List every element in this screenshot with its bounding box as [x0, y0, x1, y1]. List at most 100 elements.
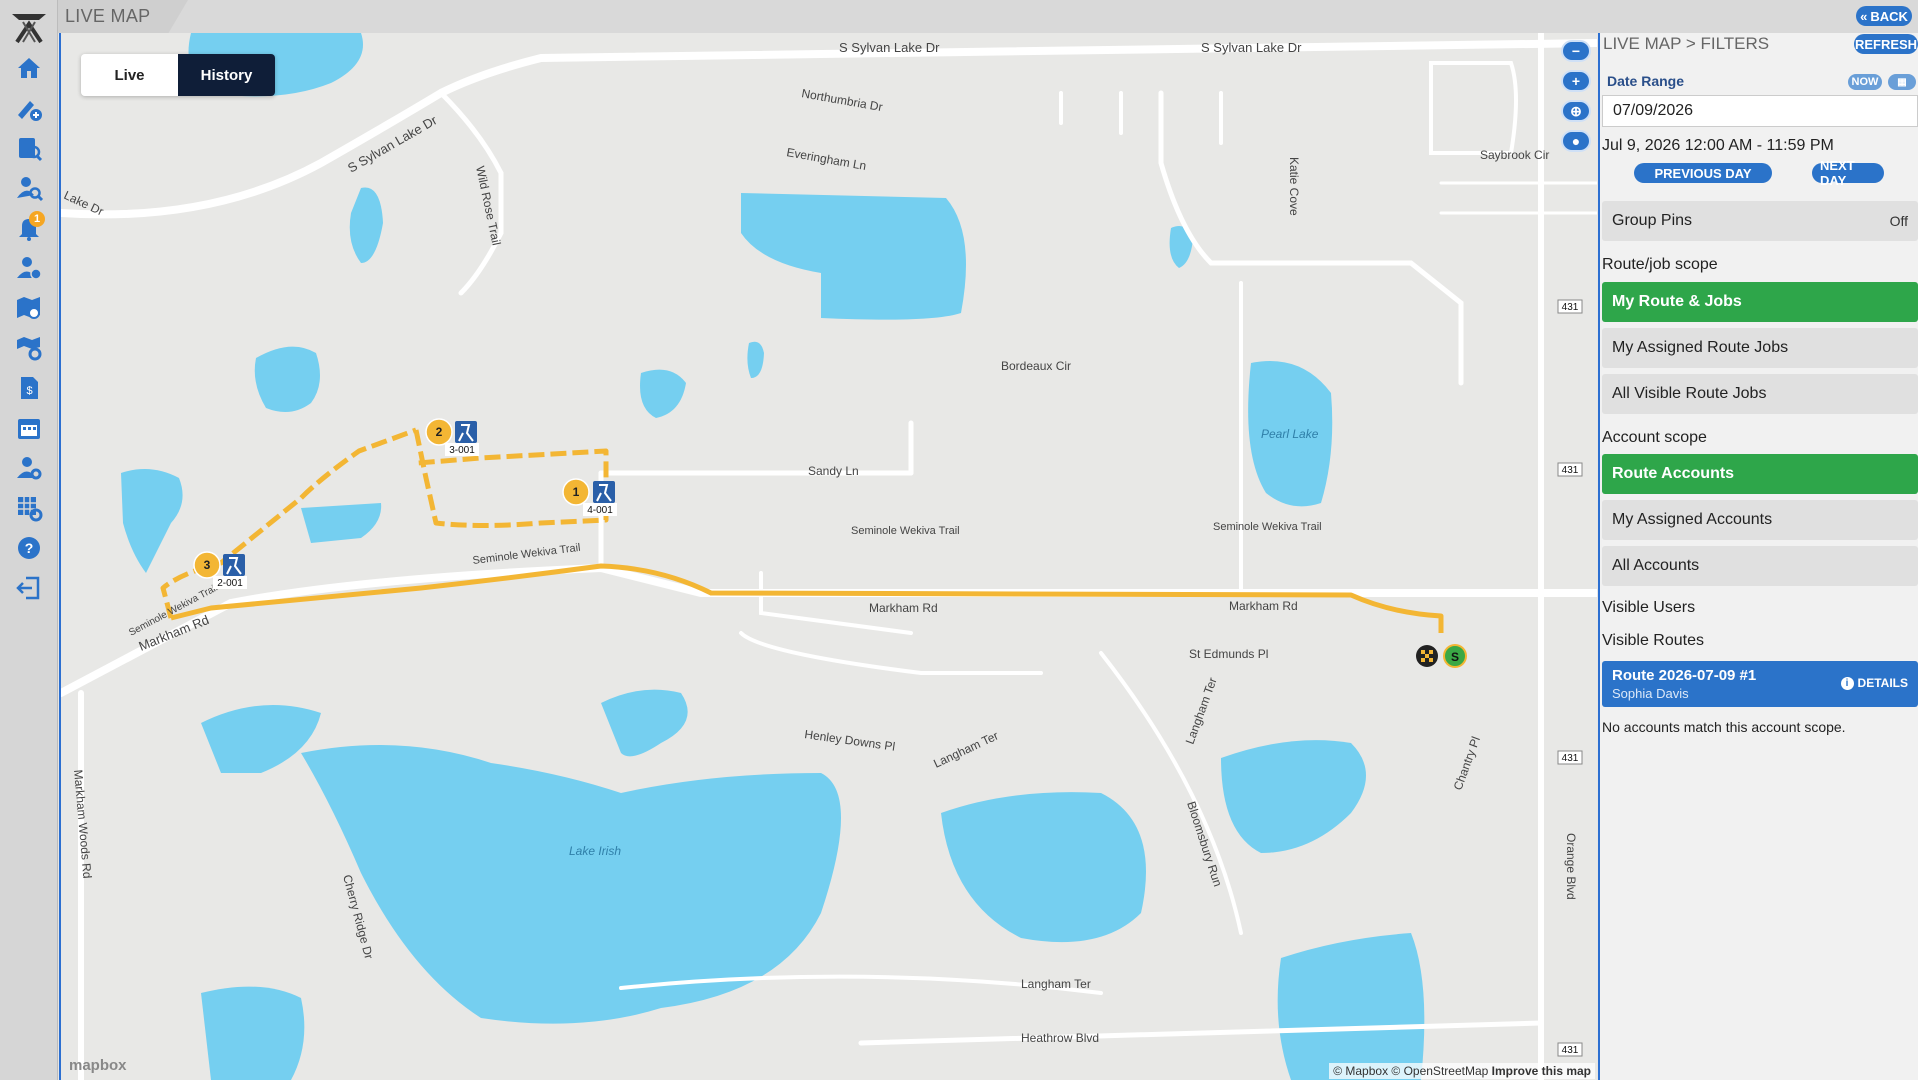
- details-label: DETAILS: [1857, 676, 1908, 690]
- start-marker[interactable]: S: [1443, 644, 1467, 668]
- street-label: Seminole Wekiva Trail: [472, 542, 581, 567]
- svg-text:431: 431: [1562, 302, 1579, 313]
- clipboard-search-icon[interactable]: [9, 130, 49, 166]
- route-card[interactable]: Route 2026-07-09 #1 Sophia Davis i DETAI…: [1602, 661, 1918, 707]
- minus-icon: −: [1571, 43, 1581, 59]
- next-day-button[interactable]: NEXT DAY: [1812, 158, 1884, 188]
- stop-marker[interactable]: 2 3-001: [425, 418, 479, 456]
- street-label: Markham Rd: [869, 601, 938, 615]
- logout-icon[interactable]: [9, 570, 49, 606]
- scope-my-assigned-accounts[interactable]: My Assigned Accounts: [1602, 500, 1918, 540]
- street-label: Langham Ter: [931, 729, 1000, 771]
- mode-toggle: Live History: [81, 54, 275, 96]
- street-label: Langham Ter: [1183, 676, 1220, 746]
- plus-icon: +: [1571, 73, 1581, 89]
- app-logo-icon[interactable]: [9, 10, 49, 46]
- street-label: St Edmunds Pl: [1189, 647, 1268, 661]
- pin-add-icon[interactable]: [9, 90, 49, 126]
- street-label: Henley Downs Pl: [804, 727, 896, 754]
- stop-marker[interactable]: 3 2-001: [193, 551, 247, 589]
- help-icon[interactable]: ?: [9, 530, 49, 566]
- svg-text:?: ?: [25, 540, 34, 556]
- mapbox-logo[interactable]: mapbox: [69, 1057, 127, 1074]
- water-label: Pearl Lake: [1261, 427, 1319, 441]
- stop-marker[interactable]: 1 4-001: [562, 478, 617, 516]
- map-canvas[interactable]: S Sylvan Lake Dr S Sylvan Lake Dr S Sylv…: [59, 33, 1597, 1080]
- zoom-out-button[interactable]: −: [1561, 40, 1591, 62]
- pond-2: [254, 346, 320, 412]
- street-label: Katie Cove: [1287, 157, 1301, 216]
- street-label: S Sylvan Lake Dr: [1201, 40, 1302, 55]
- now-button[interactable]: NOW: [1848, 74, 1882, 90]
- street-label: Bloomsbury Run: [1184, 800, 1225, 889]
- street-label: Bordeaux Cir: [1001, 359, 1071, 373]
- users-locate-button[interactable]: ●: [1561, 130, 1591, 152]
- recenter-button[interactable]: ⊕: [1561, 100, 1591, 122]
- empty-accounts-note: No accounts match this account scope.: [1602, 719, 1846, 735]
- scope-my-assigned-route-jobs[interactable]: My Assigned Route Jobs: [1602, 328, 1918, 368]
- group-pins-toggle[interactable]: Group Pins Off: [1602, 201, 1918, 241]
- live-mode-button[interactable]: Live: [81, 54, 178, 96]
- street-label: Sandy Ln: [808, 464, 859, 478]
- user-settings-icon[interactable]: [9, 450, 49, 486]
- grid-settings-icon[interactable]: [9, 490, 49, 526]
- lake-irish-water: [301, 745, 841, 1024]
- scope-all-visible-route-jobs[interactable]: All Visible Route Jobs: [1602, 374, 1918, 414]
- street-label: Seminole Wekiva Trail: [851, 525, 960, 537]
- scope-route-accounts[interactable]: Route Accounts: [1602, 454, 1918, 494]
- lake-southeast: [941, 792, 1146, 943]
- street-label: Chantry Pl: [1451, 735, 1483, 792]
- info-icon: i: [1840, 676, 1854, 690]
- left-nav: 1 $ ?: [0, 0, 58, 1080]
- scope-my-route-jobs[interactable]: My Route & Jobs: [1602, 282, 1918, 322]
- pond-9: [201, 986, 305, 1080]
- group-pins-value: Off: [1889, 213, 1908, 229]
- street-label: Saybrook Cir: [1480, 148, 1549, 162]
- home-icon[interactable]: [9, 50, 49, 86]
- svg-text:$: $: [26, 385, 32, 397]
- calendar-icon: ▦: [1897, 76, 1907, 88]
- user-icon: ●: [1571, 133, 1581, 149]
- svg-text:3-001: 3-001: [449, 445, 475, 456]
- pond-3: [121, 469, 183, 573]
- route-card-title: Route 2026-07-09 #1: [1612, 667, 1757, 684]
- user-search-icon[interactable]: [9, 170, 49, 206]
- map-search-icon[interactable]: [9, 290, 49, 326]
- scope-all-accounts[interactable]: All Accounts: [1602, 546, 1918, 586]
- document-dollar-icon[interactable]: $: [9, 370, 49, 406]
- calendar-icon[interactable]: [9, 410, 49, 446]
- svg-text:431: 431: [1562, 753, 1579, 764]
- back-button[interactable]: « BACK: [1856, 6, 1912, 26]
- street-network: [61, 33, 1597, 1080]
- lake-east: [1221, 740, 1366, 853]
- refresh-button[interactable]: REFRESH: [1854, 34, 1918, 54]
- group-pins-label: Group Pins: [1612, 212, 1693, 229]
- breadcrumb: LIVE MAP > FILTERS: [1603, 34, 1770, 53]
- map-settings-icon[interactable]: [9, 330, 49, 366]
- account-scope-title: Account scope: [1602, 429, 1707, 446]
- map-attribution: © Mapbox © OpenStreetMap Improve this ma…: [1329, 1063, 1595, 1079]
- visible-routes-title: Visible Routes: [1602, 632, 1704, 649]
- previous-day-button[interactable]: PREVIOUS DAY: [1634, 163, 1772, 183]
- pond-5: [640, 369, 686, 418]
- pond-8: [201, 705, 321, 773]
- route-details-button[interactable]: i DETAILS: [1840, 676, 1908, 690]
- svg-text:2-001: 2-001: [217, 578, 243, 589]
- route-scope-title: Route/job scope: [1602, 256, 1718, 273]
- user-add-icon[interactable]: [9, 250, 49, 286]
- pond-4: [301, 503, 382, 543]
- finish-flag-icon[interactable]: [1416, 645, 1438, 667]
- zoom-in-button[interactable]: +: [1561, 70, 1591, 92]
- attribution-text[interactable]: © Mapbox © OpenStreetMap: [1333, 1064, 1488, 1078]
- street-label: Markham Woods Rd: [71, 769, 94, 879]
- improve-map-link[interactable]: Improve this map: [1492, 1064, 1591, 1078]
- street-label: Northumbria Dr: [800, 86, 883, 114]
- history-mode-button[interactable]: History: [178, 54, 275, 96]
- calendar-picker-button[interactable]: ▦: [1888, 74, 1916, 90]
- date-input[interactable]: 07/09/2026: [1602, 95, 1918, 127]
- bell-icon[interactable]: 1: [9, 210, 49, 246]
- street-label: Seminole Wekiva Trail: [1213, 521, 1322, 533]
- water-bodies: [121, 33, 1425, 1080]
- svg-text:2: 2: [436, 425, 443, 439]
- notification-badge: 1: [29, 211, 45, 227]
